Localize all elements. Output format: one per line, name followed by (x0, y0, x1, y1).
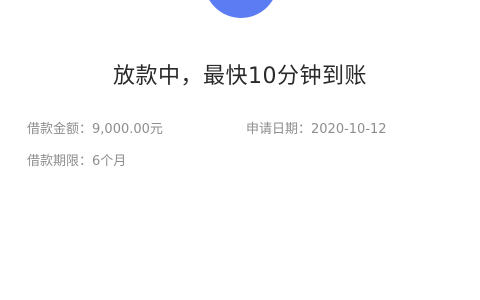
loan-term-value: 6个月 (92, 154, 127, 169)
status-circle-icon (204, 0, 278, 18)
loan-term-label: 借款期限： (27, 154, 93, 169)
apply-date-value: 2020-10-12 (311, 122, 387, 137)
loan-amount-label: 借款金额： (27, 122, 93, 137)
loan-amount-row: 借款金额：9,000.00元 (27, 118, 163, 137)
apply-date-row: 申请日期：2020-10-12 (246, 118, 387, 137)
loan-amount-value: 9,000.00元 (92, 122, 163, 137)
apply-date-label: 申请日期： (246, 122, 312, 137)
status-title: 放款中，最快10分钟到账 (113, 64, 367, 89)
loan-term-row: 借款期限：6个月 (27, 150, 126, 169)
